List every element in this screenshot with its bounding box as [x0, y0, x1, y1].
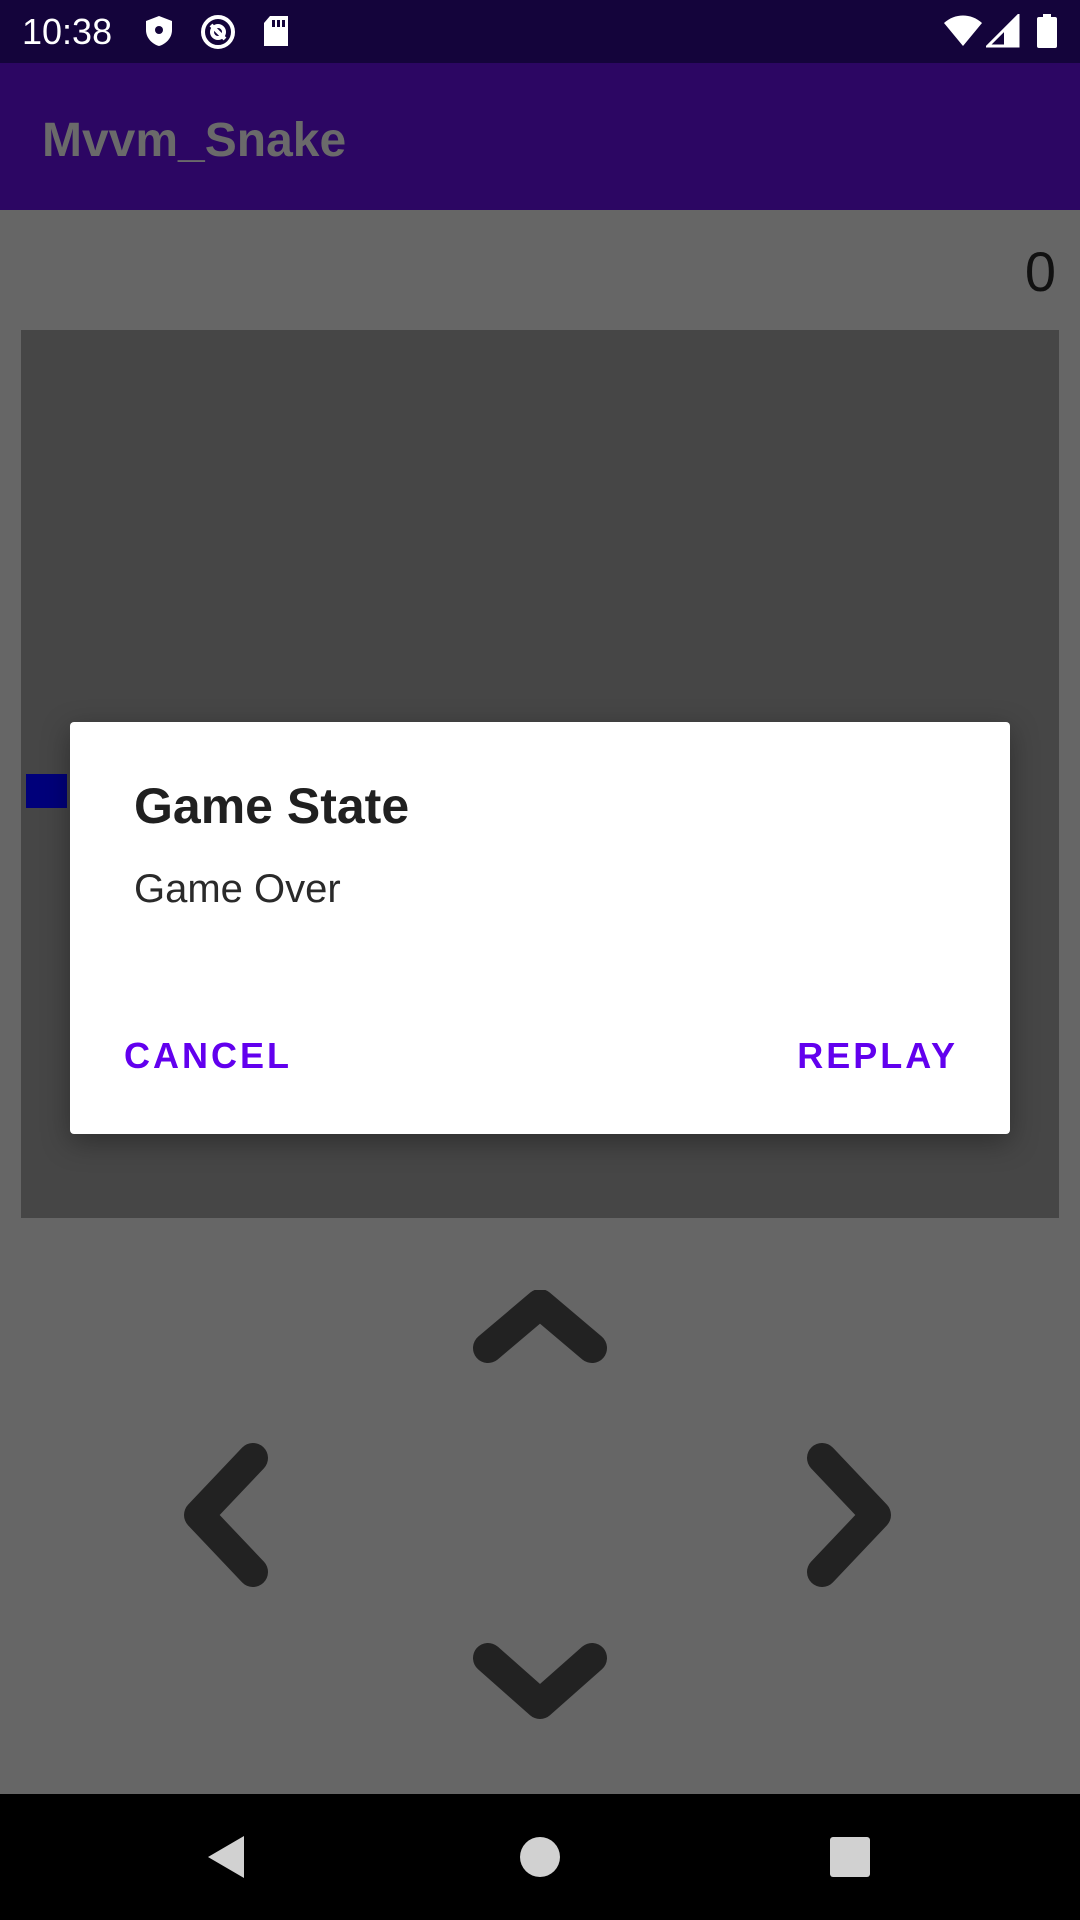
score-counter: 0 [1024, 240, 1056, 303]
recents-icon [830, 1837, 870, 1877]
nav-bar [0, 1794, 1080, 1920]
wifi-icon [944, 14, 982, 48]
shield-icon [142, 14, 176, 48]
down-button[interactable] [470, 1640, 610, 1740]
up-button[interactable] [470, 1289, 610, 1390]
at-sign-icon [200, 14, 235, 49]
recents-button[interactable] [790, 1794, 910, 1920]
home-icon [520, 1837, 560, 1877]
left-button[interactable] [175, 1440, 275, 1590]
chevron-down-icon [473, 1643, 607, 1719]
cancel-button[interactable]: CANCEL [124, 1034, 292, 1078]
chevron-right-icon [807, 1443, 891, 1587]
game-state-dialog: Game State Game Over CANCEL REPLAY [70, 722, 1010, 1134]
dialog-title: Game State [134, 778, 410, 834]
status-time: 10:38 [22, 11, 113, 52]
snake-segment [26, 774, 67, 808]
home-button[interactable] [480, 1794, 600, 1920]
right-button[interactable] [800, 1440, 900, 1590]
app-bar: Mvvm_Snake [0, 63, 1080, 210]
chevron-left-icon [184, 1443, 268, 1587]
back-icon [208, 1836, 244, 1878]
replay-button[interactable]: REPLAY [797, 1034, 958, 1078]
dialog-message: Game Over [134, 867, 341, 911]
battery-icon [1036, 14, 1070, 48]
status-bar: 10:38 [0, 0, 1080, 63]
app-title: Mvvm_Snake [42, 114, 347, 167]
chevron-up-icon [473, 1289, 607, 1363]
sd-card-icon [260, 14, 294, 48]
cell-signal-icon [984, 12, 1020, 48]
back-button[interactable] [166, 1794, 286, 1920]
